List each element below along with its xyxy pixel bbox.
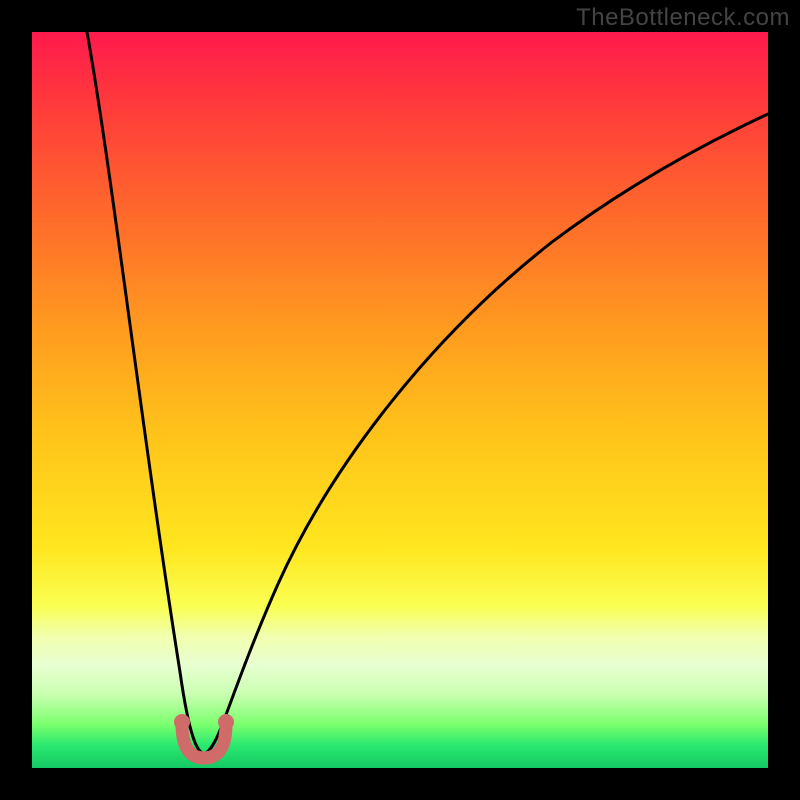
plot-area (32, 32, 768, 768)
minimum-marker-group (174, 714, 234, 758)
minimum-marker-dot-left (174, 714, 190, 730)
minimum-marker-dot-right (218, 714, 234, 730)
watermark-text: TheBottleneck.com (576, 4, 790, 32)
minimum-marker-u (182, 724, 226, 758)
bottleneck-curve-line (87, 32, 768, 754)
chart-svg (32, 32, 768, 768)
chart-frame: TheBottleneck.com (0, 0, 800, 800)
